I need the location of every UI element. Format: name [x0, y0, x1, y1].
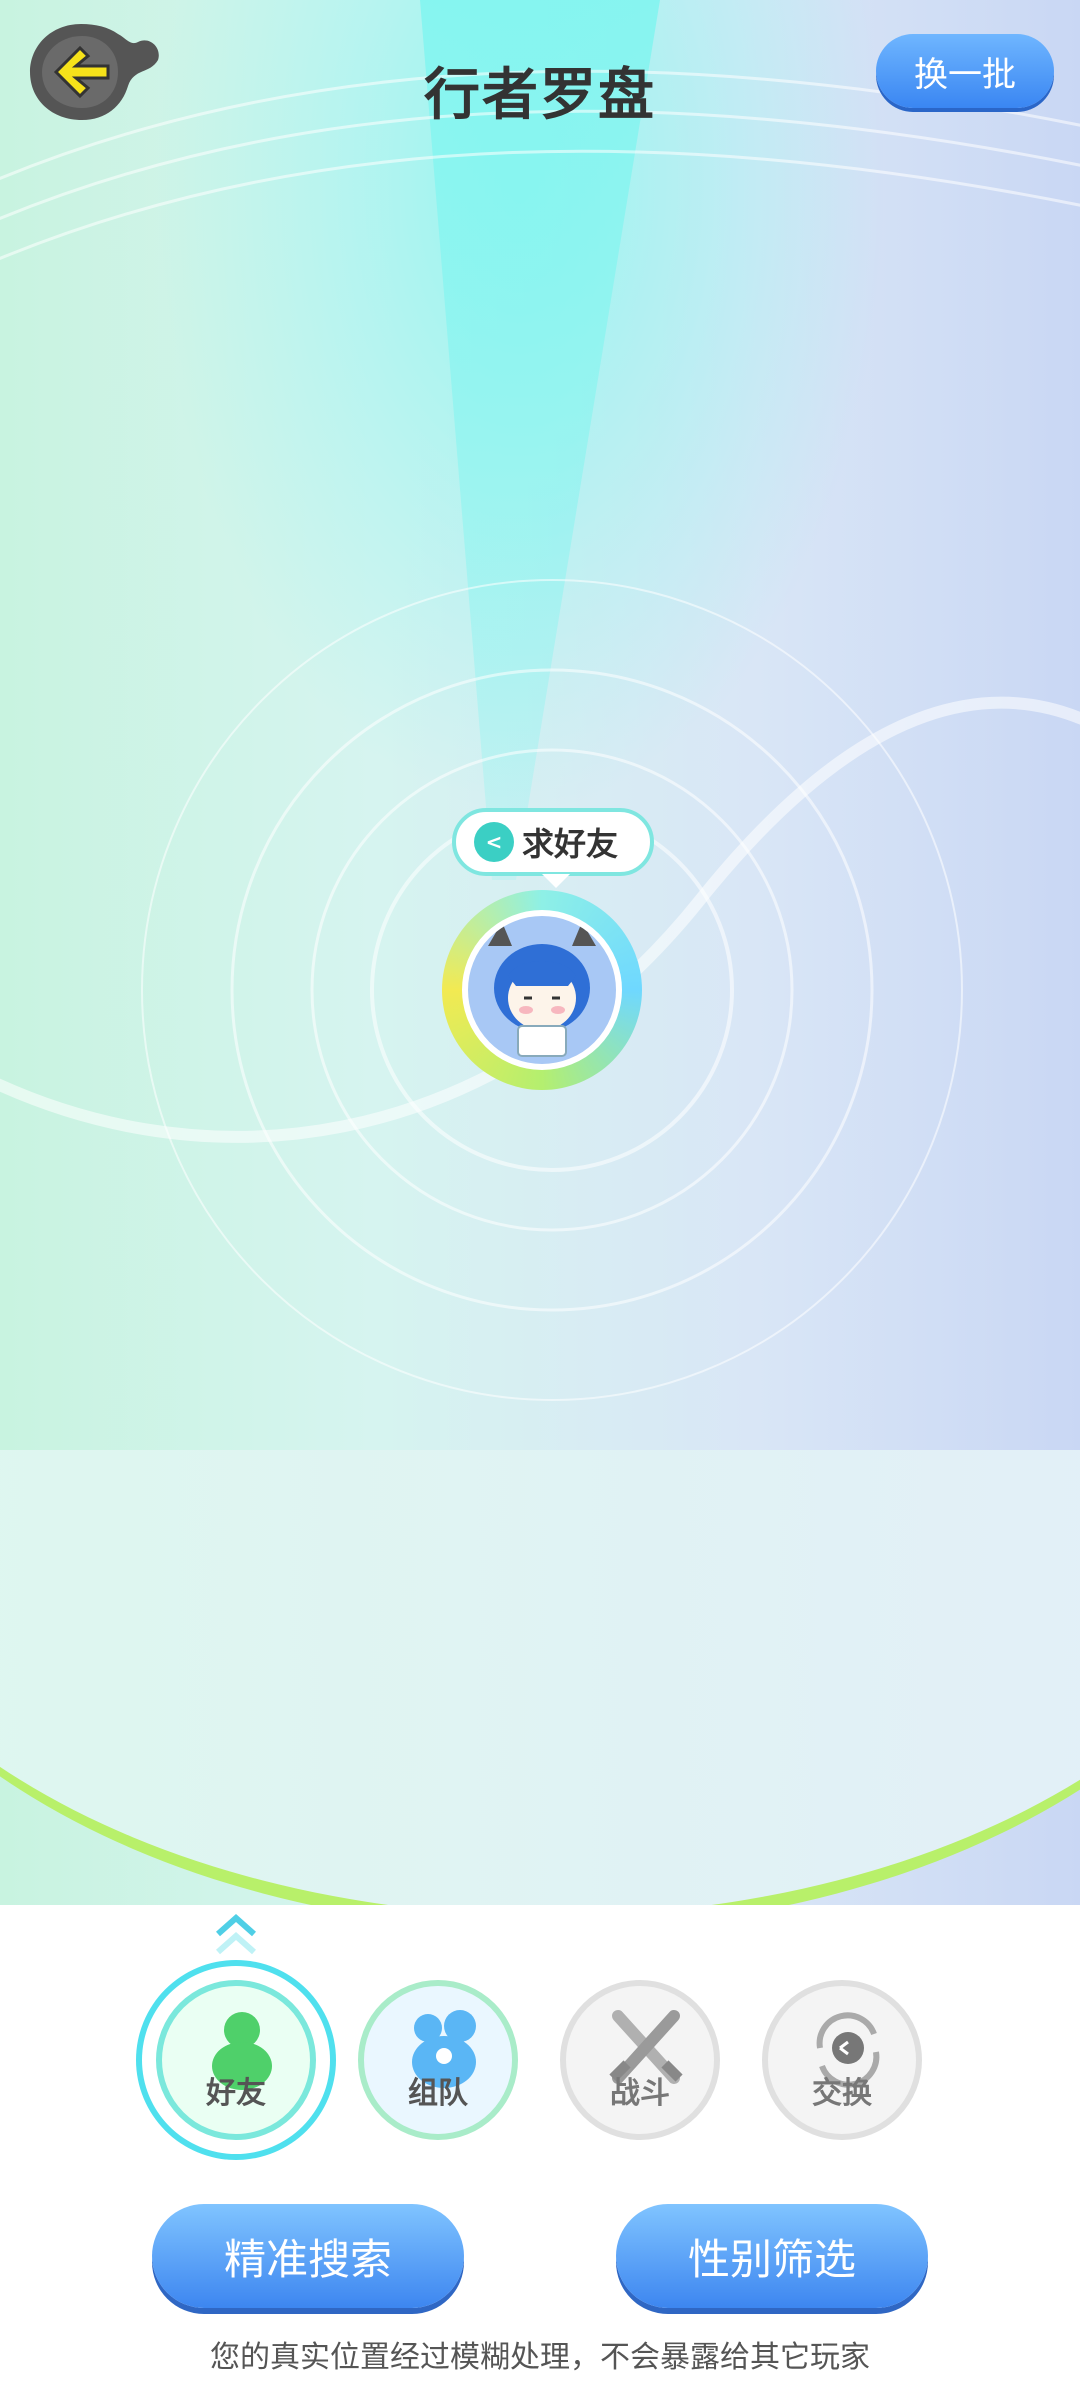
precise-search-button[interactable]: 精准搜索 [152, 2204, 464, 2308]
category-fight-button[interactable]: 战斗 [560, 1980, 720, 2140]
page-title: 行者罗盘 [424, 63, 656, 128]
chevron-up-icon [216, 1913, 256, 1955]
seek-friend-label: 求好友 [522, 825, 619, 863]
bottom-panel [0, 1905, 1080, 2400]
character-portrait-icon [488, 922, 596, 1057]
seek-friend-tag[interactable]: < 求好友 [452, 808, 654, 888]
back-button[interactable] [26, 16, 164, 126]
avatar [462, 910, 622, 1070]
category-trade-button[interactable]: 交换 [762, 1980, 922, 2140]
refresh-button[interactable]: 换一批 [876, 34, 1054, 108]
category-team-button[interactable]: 组队 [358, 1980, 518, 2140]
radar-edge [0, 1450, 1080, 1930]
category-fight-label: 战斗 [610, 2076, 670, 2111]
player-avatar[interactable] [432, 880, 652, 1100]
privacy-note: 您的真实位置经过模糊处理，不会暴露给其它玩家 [210, 2340, 870, 2375]
gender-filter-button[interactable]: 性别筛选 [616, 2204, 928, 2308]
category-friend-label: 好友 [206, 2076, 266, 2111]
chat-face-icon: < [474, 822, 514, 862]
category-friend-button[interactable]: 好友 [156, 1980, 316, 2140]
back-arrow-icon [30, 24, 159, 120]
category-team-label: 组队 [408, 2076, 468, 2111]
category-trade-label: 交换 [812, 2076, 872, 2111]
compass-screen: 行者罗盘 换一批 < 求好友 好友 组队 战斗 交换 精准搜索 性别筛选 您的真… [0, 0, 1080, 2400]
